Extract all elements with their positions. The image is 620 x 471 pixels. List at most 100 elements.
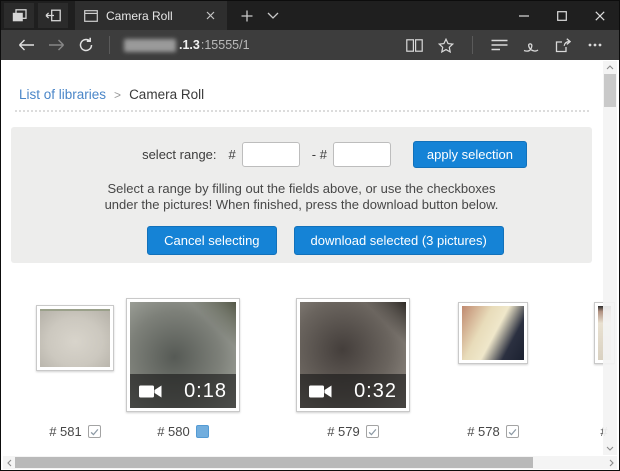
video-overlay: 0:18 — [130, 374, 236, 408]
video-camera-icon — [139, 384, 162, 399]
cancel-selecting-button[interactable]: Cancel selecting — [147, 226, 276, 255]
browser-tab-camera-roll[interactable]: Camera Roll — [75, 1, 227, 30]
scroll-left-button[interactable] — [3, 456, 15, 469]
download-selected-button[interactable]: download selected (3 pictures) — [294, 226, 504, 255]
dotted-divider — [15, 110, 589, 112]
range-row: select range: # - # apply selection — [11, 141, 592, 168]
scroll-right-button[interactable] — [605, 456, 617, 469]
close-icon — [206, 11, 215, 20]
item-checkbox[interactable] — [506, 425, 519, 438]
range-from-input[interactable] — [242, 142, 300, 167]
web-note-button[interactable] — [517, 31, 545, 59]
horizontal-scrollbar[interactable] — [3, 456, 617, 469]
url-redacted-segment — [124, 39, 176, 52]
url-path: :15555/1 — [201, 38, 250, 52]
video-duration: 0:32 — [332, 380, 397, 403]
refresh-button[interactable] — [71, 31, 101, 59]
set-aside-icon — [45, 9, 61, 22]
video-overlay: 0:32 — [300, 374, 406, 408]
horizontal-scrollbar-thumb[interactable] — [15, 457, 533, 468]
chevron-right-icon — [609, 459, 614, 467]
url-field[interactable]: .1.3 :15555/1 — [118, 38, 400, 52]
tab-favicon-icon — [84, 10, 98, 22]
tab-list-dropdown-button[interactable] — [267, 12, 279, 19]
ellipsis-icon — [588, 43, 602, 47]
minimize-button[interactable] — [505, 1, 543, 30]
tabs-icon — [12, 9, 27, 22]
browser-window: Camera Roll — [0, 0, 620, 471]
close-window-button[interactable] — [581, 1, 619, 30]
range-label: select range: — [142, 147, 216, 162]
book-icon — [406, 39, 423, 52]
chevron-down-icon — [267, 12, 279, 19]
more-options-button[interactable] — [581, 31, 609, 59]
refresh-icon — [78, 37, 94, 53]
photo-thumbnail[interactable] — [458, 302, 528, 364]
new-tab-button[interactable] — [241, 10, 253, 22]
scroll-down-button[interactable] — [603, 442, 617, 455]
maximize-button[interactable] — [543, 1, 581, 30]
action-buttons-row: Cancel selecting download selected (3 pi… — [11, 226, 592, 255]
selection-panel: select range: # - # apply selection Sele… — [11, 127, 592, 263]
tab-preview-button[interactable] — [4, 3, 34, 28]
favorites-button[interactable] — [432, 31, 460, 59]
instructions: Select a range by filling out the fields… — [11, 181, 592, 213]
forward-button[interactable] — [41, 31, 71, 59]
maximize-icon — [557, 11, 567, 21]
breadcrumb-separator: > — [114, 88, 121, 102]
tab-close-button[interactable] — [202, 8, 218, 24]
video-thumbnail[interactable]: 0:18 — [126, 298, 240, 412]
minimize-icon — [519, 15, 529, 17]
reading-view-button[interactable] — [400, 31, 428, 59]
breadcrumb: List of libraries > Camera Roll — [19, 87, 204, 102]
video-duration: 0:18 — [162, 380, 227, 403]
media-item-581: # 581 — [29, 298, 121, 439]
arrow-left-icon — [18, 39, 35, 51]
checkmark-icon — [90, 428, 99, 436]
instructions-line-1: Select a range by filling out the fields… — [11, 181, 592, 197]
media-item-579: 0:32 # 579 — [291, 298, 415, 439]
back-button[interactable] — [11, 31, 41, 59]
video-thumbnail[interactable]: 0:32 — [296, 298, 410, 412]
item-label: # 579 — [327, 424, 360, 439]
item-label: # 578 — [467, 424, 500, 439]
hub-lines-icon — [491, 39, 508, 51]
media-item-580: 0:18 # 580 — [121, 298, 245, 439]
address-bar-divider — [472, 36, 473, 54]
vertical-scrollbar-thumb[interactable] — [604, 74, 616, 107]
breadcrumb-current: Camera Roll — [129, 87, 204, 102]
range-to-input[interactable] — [333, 142, 391, 167]
share-icon — [555, 38, 571, 53]
item-checkbox[interactable] — [366, 425, 379, 438]
range-from-prefix: # — [229, 147, 236, 162]
vertical-scrollbar[interactable] — [603, 61, 617, 455]
item-checkbox[interactable] — [88, 425, 101, 438]
address-bar-divider — [109, 36, 110, 54]
set-aside-tabs-button[interactable] — [38, 3, 68, 28]
item-label: # 581 — [49, 424, 82, 439]
video-camera-icon — [309, 384, 332, 399]
breadcrumb-link-list-of-libraries[interactable]: List of libraries — [19, 87, 106, 102]
item-label: # 580 — [157, 424, 190, 439]
item-caption: # 579 — [327, 424, 379, 439]
star-icon — [438, 38, 454, 53]
pen-icon — [523, 38, 539, 52]
item-checkbox-selected[interactable] — [196, 425, 209, 438]
tab-title: Camera Roll — [106, 9, 194, 23]
plus-icon — [241, 10, 253, 22]
chevron-up-icon — [606, 65, 614, 70]
instructions-line-2: under the pictures! When finished, press… — [11, 197, 592, 213]
checkmark-icon — [508, 428, 517, 436]
share-button[interactable] — [549, 31, 577, 59]
range-to-prefix: - # — [312, 147, 327, 162]
scroll-up-button[interactable] — [603, 61, 617, 74]
hub-button[interactable] — [485, 31, 513, 59]
url-domain: .1.3 — [179, 38, 200, 52]
photo-thumbnail[interactable] — [36, 305, 114, 371]
arrow-right-icon — [48, 39, 65, 51]
close-icon — [595, 11, 605, 21]
checkmark-icon — [368, 428, 377, 436]
chevron-left-icon — [7, 459, 12, 467]
item-caption: # 580 — [157, 424, 209, 439]
apply-selection-button[interactable]: apply selection — [413, 141, 527, 168]
